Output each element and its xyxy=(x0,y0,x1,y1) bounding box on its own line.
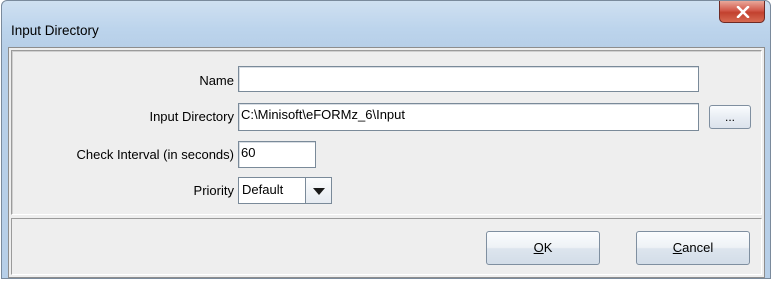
cancel-button[interactable]: Cancel xyxy=(636,231,750,265)
priority-select[interactable]: Default xyxy=(238,177,332,204)
form-panel: Name Input Directory C:\Minisoft\eFORMz_… xyxy=(11,50,762,215)
ok-button[interactable]: OK xyxy=(486,231,600,265)
browse-button[interactable]: ... xyxy=(709,105,751,129)
ok-label-rest: K xyxy=(543,240,553,255)
name-label: Name xyxy=(199,73,234,88)
ok-mnemonic: O xyxy=(533,240,544,255)
name-input[interactable] xyxy=(238,66,699,92)
priority-label: Priority xyxy=(193,183,234,198)
close-icon xyxy=(736,6,750,18)
input-directory-input[interactable]: C:\Minisoft\eFORMz_6\Input xyxy=(238,103,699,131)
window-title: Input Directory xyxy=(11,23,99,38)
input-directory-label: Input Directory xyxy=(149,109,234,124)
check-interval-label: Check Interval (in seconds) xyxy=(76,147,234,162)
cancel-label-rest: ancel xyxy=(682,240,714,255)
priority-selected-value: Default xyxy=(242,182,284,197)
priority-dropdown-button[interactable] xyxy=(305,178,331,203)
check-interval-input[interactable]: 60 xyxy=(238,141,316,168)
close-button[interactable] xyxy=(719,1,765,23)
button-panel: OK Cancel xyxy=(11,218,762,275)
dialog-content: Name Input Directory C:\Minisoft\eFORMz_… xyxy=(8,47,765,278)
dialog-window: Input Directory Name Input Directory C:\… xyxy=(1,0,771,279)
title-bar[interactable]: Input Directory xyxy=(2,1,770,47)
chevron-down-icon xyxy=(313,188,325,195)
cancel-mnemonic: C xyxy=(672,240,683,255)
